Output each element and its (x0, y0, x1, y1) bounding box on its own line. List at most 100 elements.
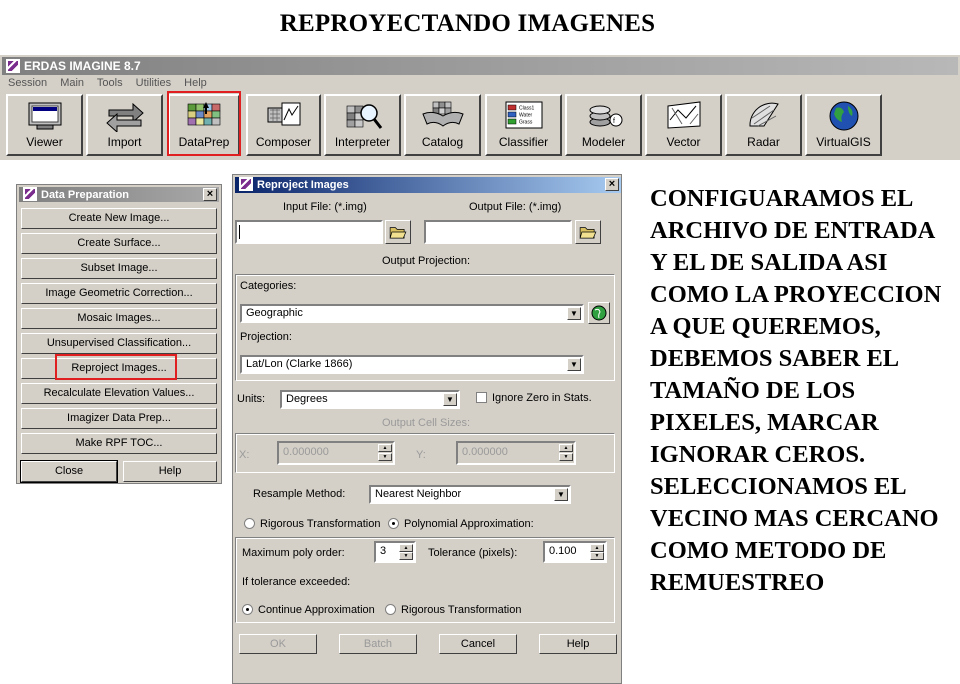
output-projection-label: Output Projection: (381, 255, 471, 267)
chevron-down-icon[interactable]: ▼ (554, 488, 568, 501)
max-poly-order-field[interactable]: 3 ▲ ▼ (374, 541, 416, 563)
help-button[interactable]: Help (123, 461, 217, 482)
toolbar-label: Radar (747, 135, 780, 149)
close-icon[interactable]: × (203, 188, 217, 201)
cancel-button[interactable]: Cancel (439, 634, 517, 654)
reproject-images-dialog: Reproject Images × Input File: (*.img) O… (232, 174, 622, 684)
close-icon[interactable]: × (605, 178, 619, 191)
toolbar-label: Import (107, 135, 142, 149)
menu-session[interactable]: Session (8, 77, 47, 89)
toolbar-label: Catalog (421, 135, 464, 149)
spin-down-icon[interactable]: ▼ (378, 453, 392, 461)
x-cell-size-field[interactable]: 0.000000 ▲ ▼ (277, 441, 395, 465)
if-tolerance-exceeded-label: If tolerance exceeded: (242, 576, 351, 588)
toolbar-vector-button[interactable]: Vector (645, 94, 722, 156)
input-file-label: Input File: (*.img) (283, 201, 367, 213)
imagizer-data-prep-button[interactable]: Imagizer Data Prep... (21, 408, 217, 429)
projection-chooser-button[interactable] (588, 302, 610, 324)
legend-class1: Class1 (519, 106, 535, 112)
toolbar-label: Interpreter (334, 135, 391, 149)
continue-approximation-radio[interactable]: Continue Approximation (242, 604, 375, 616)
toolbar-catalog-button[interactable]: Catalog (404, 94, 481, 156)
slide-title: REPROYECTANDO IMAGENES (279, 10, 656, 37)
vector-map-icon (667, 101, 700, 129)
y-cell-size-field[interactable]: 0.000000 ▲ ▼ (456, 441, 576, 465)
import-export-arrows-icon (105, 102, 144, 132)
projection-value: Lat/Lon (Clarke 1866) (246, 358, 353, 370)
rigorous-transformation-radio[interactable]: Rigorous Transformation (244, 518, 380, 530)
resample-method-value: Nearest Neighbor (375, 488, 462, 500)
composer-map-icon (267, 102, 300, 126)
menu-utilities[interactable]: Utilities (136, 77, 171, 89)
resample-method-dropdown[interactable]: Nearest Neighbor ▼ (369, 485, 571, 504)
input-file-browse-button[interactable] (385, 220, 411, 244)
create-surface-button[interactable]: Create Surface... (21, 233, 217, 254)
y-cell-label: Y: (416, 449, 426, 461)
output-file-field[interactable] (424, 220, 572, 244)
open-folder-icon (389, 227, 407, 239)
tolerance-label: Tolerance (pixels): (428, 547, 518, 559)
toolbar-import-button[interactable]: Import (86, 94, 163, 156)
classifier-legend-icon: Class1 Water Grass (505, 101, 542, 129)
spin-up-icon[interactable]: ▲ (590, 544, 604, 552)
help-button[interactable]: Help (539, 634, 617, 654)
close-button[interactable]: Close (20, 460, 118, 483)
subset-image-button[interactable]: Subset Image... (21, 258, 217, 279)
menu-help[interactable]: Help (184, 77, 207, 89)
spin-up-icon[interactable]: ▲ (399, 544, 413, 552)
ignore-zero-label: Ignore Zero in Stats. (492, 392, 592, 404)
units-dropdown[interactable]: Degrees ▼ (280, 390, 460, 409)
tolerance-field[interactable]: 0.100 ▲ ▼ (543, 541, 607, 563)
toolbar-classifier-button[interactable]: Class1 Water Grass Classifier (485, 94, 562, 156)
create-new-image-button[interactable]: Create New Image... (21, 208, 217, 229)
batch-button[interactable]: Batch (339, 634, 417, 654)
input-file-field[interactable] (235, 220, 383, 244)
toolbar-radar-button[interactable]: Radar (725, 94, 802, 156)
projection-dropdown[interactable]: Lat/Lon (Clarke 1866) ▼ (240, 355, 584, 374)
toolbar-modeler-button[interactable]: f Modeler (565, 94, 642, 156)
output-file-label: Output File: (*.img) (469, 201, 562, 213)
spin-down-icon[interactable]: ▼ (590, 552, 604, 560)
erdas-logo-icon (6, 59, 20, 73)
menu-tools[interactable]: Tools (97, 77, 123, 89)
geometric-correction-button[interactable]: Image Geometric Correction... (21, 283, 217, 304)
monitor-icon (28, 102, 61, 130)
reproject-title: Reproject Images (257, 179, 349, 191)
radio-on[interactable] (388, 518, 399, 529)
x-cell-label: X: (239, 449, 250, 461)
legend-grass: Grass (519, 120, 533, 126)
mosaic-images-button[interactable]: Mosaic Images... (21, 308, 217, 329)
radio-off[interactable] (385, 604, 396, 615)
rigorous-transformation-exceeded-label: Rigorous Transformation (401, 604, 522, 616)
menu-main[interactable]: Main (60, 77, 84, 89)
chevron-down-icon[interactable]: ▼ (443, 393, 457, 406)
toolbar-composer-button[interactable]: Composer (246, 94, 321, 156)
toolbar-label: Classifier (498, 135, 549, 149)
polynomial-approximation-radio[interactable]: Polynomial Approximation: (388, 518, 534, 530)
radio-off[interactable] (244, 518, 255, 529)
checkbox-box[interactable] (476, 392, 487, 403)
toolbar-virtualgis-button[interactable]: VirtualGIS (805, 94, 882, 156)
recalculate-elevation-button[interactable]: Recalculate Elevation Values... (21, 383, 217, 404)
ignore-zero-checkbox[interactable]: Ignore Zero in Stats. (476, 392, 592, 404)
categories-dropdown[interactable]: Geographic ▼ (240, 304, 584, 323)
toolbar-label: Vector (666, 135, 701, 149)
unsupervised-classification-button[interactable]: Unsupervised Classification... (21, 333, 217, 354)
data-preparation-titlebar: Data Preparation × (19, 187, 219, 202)
units-value: Degrees (286, 393, 328, 405)
catalog-book-icon (421, 101, 464, 127)
output-file-browse-button[interactable] (575, 220, 601, 244)
spin-up-icon[interactable]: ▲ (559, 444, 573, 452)
spin-down-icon[interactable]: ▼ (399, 552, 413, 560)
toolbar-interpreter-button[interactable]: Interpreter (324, 94, 401, 156)
spin-up-icon[interactable]: ▲ (378, 444, 392, 452)
ok-button[interactable]: OK (239, 634, 317, 654)
make-rpf-toc-button[interactable]: Make RPF TOC... (21, 433, 217, 454)
spin-down-icon[interactable]: ▼ (559, 453, 573, 461)
radio-on[interactable] (242, 604, 253, 615)
toolbar-viewer-button[interactable]: Viewer (6, 94, 83, 156)
rigorous-transformation-exceeded-radio[interactable]: Rigorous Transformation (385, 604, 521, 616)
toolbar-label: Composer (255, 135, 312, 149)
chevron-down-icon[interactable]: ▼ (567, 307, 581, 320)
chevron-down-icon[interactable]: ▼ (567, 358, 581, 371)
